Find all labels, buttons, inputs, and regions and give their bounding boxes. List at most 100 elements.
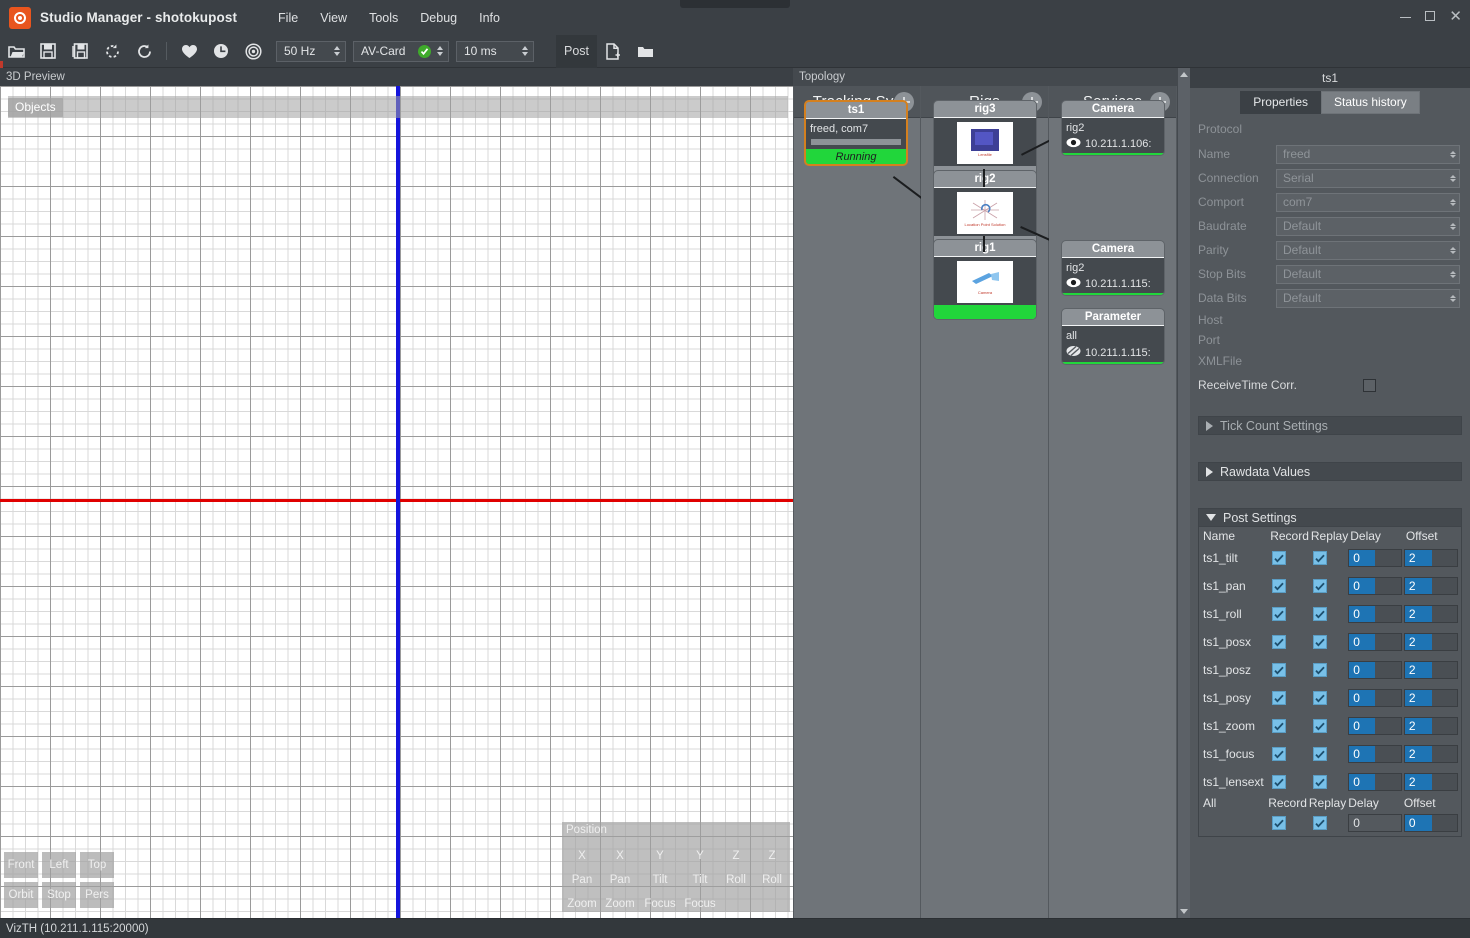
view-left-button[interactable]: Left bbox=[42, 852, 76, 878]
tab-properties[interactable]: Properties bbox=[1240, 91, 1321, 114]
chevron-updown-icon[interactable] bbox=[1448, 198, 1457, 206]
avcard-select[interactable]: AV-Card bbox=[353, 40, 449, 62]
scroll-down-icon[interactable] bbox=[1178, 905, 1190, 918]
replay-checkbox[interactable] bbox=[1312, 663, 1327, 677]
replay-checkbox[interactable] bbox=[1312, 691, 1327, 705]
all-delay-input[interactable]: 0 bbox=[1348, 814, 1403, 832]
3d-viewport[interactable]: Objects Front Left Top Orbit Stop Pers P… bbox=[0, 86, 793, 918]
minimize-button[interactable] bbox=[1400, 10, 1412, 23]
record-checkbox[interactable] bbox=[1272, 551, 1287, 565]
replay-checkbox[interactable] bbox=[1312, 719, 1327, 733]
save-icon[interactable] bbox=[33, 38, 63, 64]
tick-count-settings-section[interactable]: Tick Count Settings bbox=[1198, 416, 1462, 435]
clock-icon[interactable] bbox=[206, 38, 236, 64]
replay-checkbox[interactable] bbox=[1312, 747, 1327, 761]
baudrate-select[interactable]: Default bbox=[1276, 216, 1460, 236]
offset-input[interactable]: 2 bbox=[1403, 605, 1458, 623]
receive-time-corr-checkbox[interactable] bbox=[1362, 378, 1376, 392]
record-checkbox[interactable] bbox=[1272, 747, 1287, 761]
tab-status-history[interactable]: Status history bbox=[1321, 91, 1420, 114]
heart-icon[interactable] bbox=[174, 38, 204, 64]
chevron-updown-icon[interactable] bbox=[434, 46, 445, 56]
node-service-camera-1[interactable]: Camera rig2 10.211.1.106: bbox=[1061, 100, 1165, 156]
record-checkbox[interactable] bbox=[1272, 775, 1287, 789]
chevron-updown-icon[interactable] bbox=[331, 46, 342, 56]
menu-debug[interactable]: Debug bbox=[409, 8, 468, 28]
maximize-button[interactable] bbox=[1425, 10, 1436, 23]
chevron-updown-icon[interactable] bbox=[1448, 222, 1457, 230]
latency-select[interactable]: 10 ms bbox=[456, 40, 534, 62]
node-rig1[interactable]: rig1 Camera bbox=[933, 239, 1037, 320]
delay-input[interactable]: 0 bbox=[1348, 549, 1403, 567]
menu-tools[interactable]: Tools bbox=[358, 8, 409, 28]
replay-checkbox[interactable] bbox=[1312, 579, 1327, 593]
comport-select[interactable]: com7 bbox=[1276, 192, 1460, 212]
record-checkbox[interactable] bbox=[1272, 607, 1287, 621]
offset-input[interactable]: 2 bbox=[1403, 717, 1458, 735]
delay-input[interactable]: 0 bbox=[1348, 717, 1403, 735]
view-orbit-button[interactable]: Orbit bbox=[4, 882, 38, 908]
open-folder-icon[interactable] bbox=[630, 38, 660, 64]
node-service-camera-2[interactable]: Camera rig2 10.211.1.115: bbox=[1061, 240, 1165, 296]
save-as-icon[interactable] bbox=[65, 38, 95, 64]
chevron-updown-icon[interactable] bbox=[1448, 270, 1457, 278]
chevron-updown-icon[interactable] bbox=[519, 46, 530, 56]
chevron-updown-icon[interactable] bbox=[1448, 294, 1457, 302]
stop-bits-select[interactable]: Default bbox=[1276, 264, 1460, 284]
close-button[interactable]: ✕ bbox=[1449, 9, 1462, 24]
offset-input[interactable]: 2 bbox=[1403, 661, 1458, 679]
menu-info[interactable]: Info bbox=[468, 8, 511, 28]
offset-input[interactable]: 2 bbox=[1403, 549, 1458, 567]
view-pers-button[interactable]: Pers bbox=[80, 882, 114, 908]
replay-checkbox[interactable] bbox=[1312, 635, 1327, 649]
view-stop-button[interactable]: Stop bbox=[42, 882, 76, 908]
record-checkbox[interactable] bbox=[1272, 663, 1287, 677]
target-icon[interactable] bbox=[238, 38, 268, 64]
data-bits-select[interactable]: Default bbox=[1276, 288, 1460, 308]
record-checkbox[interactable] bbox=[1272, 579, 1287, 593]
delay-input[interactable]: 0 bbox=[1348, 633, 1403, 651]
post-settings-section[interactable]: Post Settings bbox=[1198, 508, 1462, 527]
node-service-parameter[interactable]: Parameter all 10.211.1.115: bbox=[1061, 308, 1165, 365]
name-select[interactable]: freed bbox=[1276, 144, 1460, 164]
properties-scrollbar[interactable] bbox=[1178, 68, 1190, 918]
chevron-updown-icon[interactable] bbox=[1448, 246, 1457, 254]
reload-dashed-icon[interactable] bbox=[97, 38, 127, 64]
menu-view[interactable]: View bbox=[309, 8, 358, 28]
rawdata-values-section[interactable]: Rawdata Values bbox=[1198, 462, 1462, 481]
framerate-select[interactable]: 50 Hz bbox=[276, 40, 346, 62]
chevron-updown-icon[interactable] bbox=[1448, 150, 1457, 158]
offset-input[interactable]: 2 bbox=[1403, 745, 1458, 763]
delay-input[interactable]: 0 bbox=[1348, 745, 1403, 763]
replay-checkbox[interactable] bbox=[1312, 551, 1327, 565]
delay-input[interactable]: 0 bbox=[1348, 773, 1403, 791]
replay-checkbox[interactable] bbox=[1312, 775, 1327, 789]
offset-input[interactable]: 2 bbox=[1403, 689, 1458, 707]
all-offset-input[interactable]: 0 bbox=[1403, 814, 1458, 832]
connection-select[interactable]: Serial bbox=[1276, 168, 1460, 188]
all-record-checkbox[interactable] bbox=[1272, 816, 1287, 830]
new-document-icon[interactable] bbox=[598, 38, 628, 64]
all-replay-checkbox[interactable] bbox=[1312, 816, 1327, 830]
delay-input[interactable]: 0 bbox=[1348, 605, 1403, 623]
open-folder-icon[interactable] bbox=[1, 38, 31, 64]
refresh-icon[interactable] bbox=[129, 38, 159, 64]
node-rig3[interactable]: rig3 Lensfile bbox=[933, 100, 1037, 181]
parity-select[interactable]: Default bbox=[1276, 240, 1460, 260]
offset-input[interactable]: 2 bbox=[1403, 773, 1458, 791]
record-checkbox[interactable] bbox=[1272, 719, 1287, 733]
record-checkbox[interactable] bbox=[1272, 691, 1287, 705]
delay-input[interactable]: 0 bbox=[1348, 689, 1403, 707]
menu-file[interactable]: File bbox=[267, 8, 309, 28]
offset-input[interactable]: 2 bbox=[1403, 633, 1458, 651]
delay-input[interactable]: 0 bbox=[1348, 661, 1403, 679]
objects-label[interactable]: Objects bbox=[8, 98, 63, 117]
offset-input[interactable]: 2 bbox=[1403, 577, 1458, 595]
node-ts1[interactable]: ts1 freed, com7 Running bbox=[804, 100, 908, 166]
chevron-updown-icon[interactable] bbox=[1448, 174, 1457, 182]
scroll-up-icon[interactable] bbox=[1178, 68, 1190, 81]
view-top-button[interactable]: Top bbox=[80, 852, 114, 878]
replay-checkbox[interactable] bbox=[1312, 607, 1327, 621]
view-front-button[interactable]: Front bbox=[4, 852, 38, 878]
delay-input[interactable]: 0 bbox=[1348, 577, 1403, 595]
